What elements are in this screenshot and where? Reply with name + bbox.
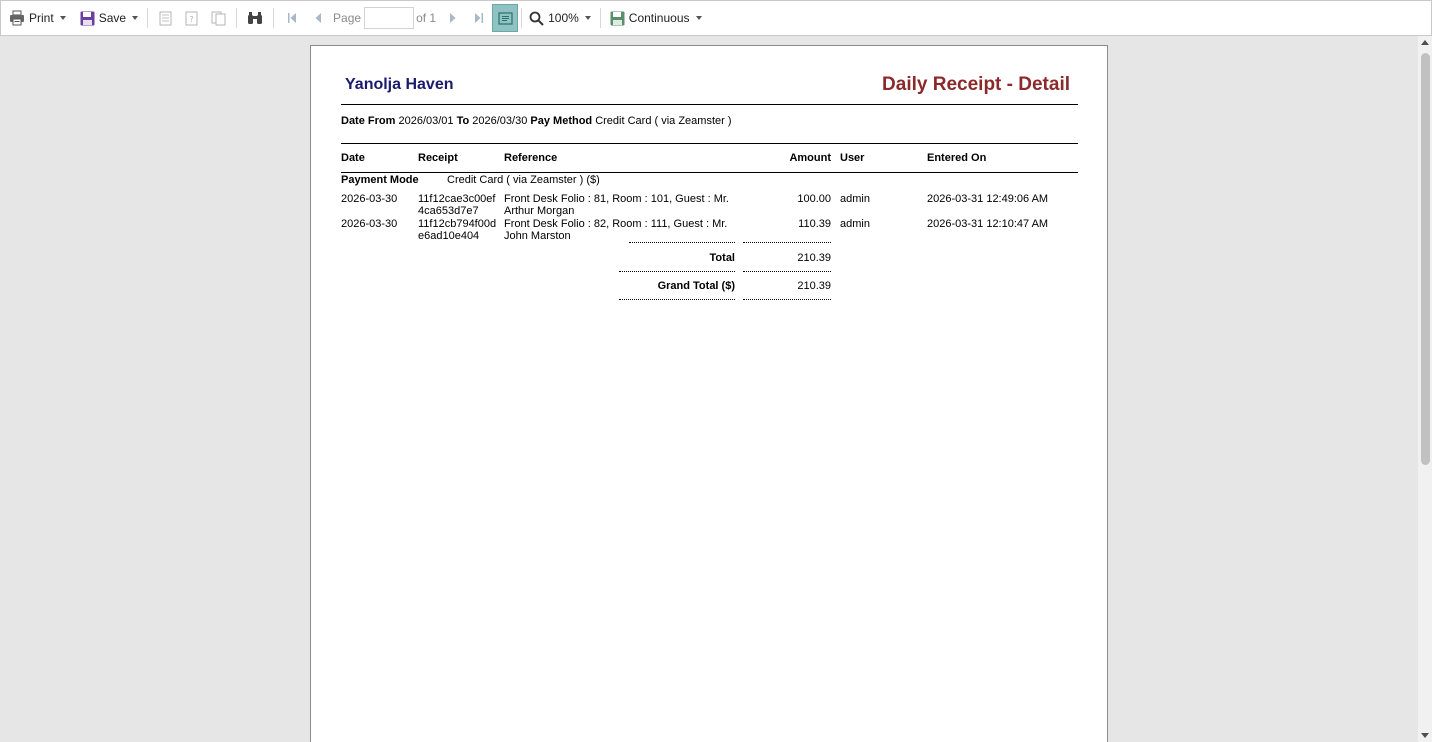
save-label: Save (98, 11, 127, 25)
thumbnails-button[interactable] (205, 4, 231, 32)
document-list-icon (159, 11, 172, 25)
zoom-button[interactable]: 100% (525, 4, 595, 32)
first-page-icon (288, 13, 297, 23)
chevron-down-icon (695, 16, 702, 20)
row-entered-on: 2026-03-31 12:49:06 AM (927, 193, 1049, 205)
row-amount: 110.39 (798, 218, 831, 230)
toolbar-divider (236, 8, 238, 28)
row-date: 2026-03-30 (341, 193, 398, 205)
table-header-divider (341, 172, 1078, 173)
binoculars-icon (248, 12, 263, 24)
column-header-reference: Reference (504, 152, 558, 164)
document-question-icon: ? (185, 11, 198, 25)
view-mode-button[interactable]: Continuous (606, 4, 706, 32)
total-dotted-rule (743, 242, 831, 243)
column-header-amount: Amount (789, 152, 831, 164)
row-user: admin (840, 193, 870, 205)
page-number-input[interactable] (364, 7, 415, 29)
report-filter: Date From 2026/03/01 To 2026/03/30 Pay M… (341, 115, 732, 127)
grand-total-dotted-rule (619, 299, 735, 300)
save-button[interactable]: Save (76, 4, 142, 32)
row-reference-line1: Front Desk Folio : 82, Room : 111, Guest… (504, 218, 728, 230)
zoom-label: 100% (548, 11, 579, 25)
scroll-down-icon[interactable] (1421, 733, 1429, 738)
row-receipt-line2: 4ca653d7e7 (418, 205, 479, 217)
date-to-label: To (456, 115, 470, 127)
company-name: Yanolja Haven (345, 76, 454, 93)
pay-method-value: Credit Card ( via Zeamster ) (595, 115, 732, 127)
payment-mode-value: Credit Card ( via Zeamster ) ($) (447, 174, 600, 186)
row-user: admin (840, 218, 870, 230)
last-page-button[interactable] (466, 4, 492, 32)
row-reference-line2: Arthur Morgan (504, 205, 575, 217)
date-to-value: 2026/03/30 (472, 115, 528, 127)
print-button[interactable]: Print (5, 4, 70, 32)
chevron-down-icon (584, 16, 591, 20)
row-receipt-line2: e6ad10e404 (418, 230, 480, 242)
magnifier-icon (529, 11, 544, 26)
toolbar-divider (147, 8, 149, 28)
page-label: Page (333, 11, 362, 25)
row-receipt-line1: 11f12cae3c00ef (418, 193, 496, 205)
grand-total-dotted-rule (619, 271, 735, 272)
row-amount: 100.00 (797, 193, 831, 205)
last-page-icon (475, 13, 484, 23)
date-from-label: Date From (341, 115, 396, 127)
pay-method-label: Pay Method (530, 115, 593, 127)
first-page-button[interactable] (279, 4, 305, 32)
grand-total-label: Grand Total ($) (657, 280, 735, 292)
row-receipt-line1: 11f12cb794f00d (418, 218, 497, 230)
grand-total-value: 210.39 (797, 280, 831, 292)
date-from-value: 2026/03/01 (398, 115, 454, 127)
total-label: Total (709, 252, 735, 264)
report-page: Yanolja Haven Daily Receipt - Detail Dat… (310, 45, 1108, 742)
previous-page-icon (315, 13, 322, 23)
toolbar-divider (599, 8, 601, 28)
bookmarks-button[interactable] (153, 4, 179, 32)
report-title: Daily Receipt - Detail (882, 74, 1070, 95)
column-header-user: User (840, 152, 865, 164)
column-header-entered-on: Entered On (927, 152, 987, 164)
print-label: Print (29, 11, 54, 25)
scroll-up-icon[interactable] (1421, 40, 1429, 45)
documents-icon (211, 11, 226, 25)
table-top-divider (341, 143, 1078, 144)
total-dotted-rule (629, 242, 735, 243)
page-view-icon (497, 11, 513, 25)
chevron-down-icon (132, 16, 139, 20)
previous-page-button[interactable] (305, 4, 331, 32)
parameters-button[interactable]: ? (179, 4, 205, 32)
toolbar-divider (273, 8, 275, 28)
toolbar-divider (521, 8, 523, 28)
total-value: 210.39 (797, 252, 831, 264)
report-toolbar: Print Save ? Page of 1 100% Continuous (0, 0, 1432, 36)
view-mode-label: Continuous (628, 11, 690, 25)
next-page-button[interactable] (440, 4, 466, 32)
row-reference-line2: John Marston (504, 230, 571, 242)
page-count-label: of 1 (416, 11, 437, 25)
grand-total-dotted-rule (743, 299, 831, 300)
row-reference-line1: Front Desk Folio : 81, Room : 101, Guest… (504, 193, 729, 205)
column-header-date: Date (341, 152, 365, 164)
view-mode-icon (610, 11, 625, 25)
row-date: 2026-03-30 (341, 218, 398, 230)
printer-icon (10, 10, 24, 26)
chevron-down-icon (59, 16, 66, 20)
grand-total-dotted-rule (743, 271, 831, 272)
find-button[interactable] (242, 4, 268, 32)
payment-mode-label: Payment Mode (341, 174, 419, 186)
report-viewer: Yanolja Haven Daily Receipt - Detail Dat… (0, 36, 1418, 742)
row-entered-on: 2026-03-31 12:10:47 AM (927, 218, 1049, 230)
scrollbar-thumb[interactable] (1421, 53, 1430, 465)
next-page-icon (450, 13, 456, 23)
column-header-receipt: Receipt (418, 152, 458, 164)
vertical-scrollbar[interactable] (1418, 36, 1432, 742)
svg-text:?: ? (189, 15, 193, 24)
editor-button[interactable] (492, 4, 519, 32)
floppy-disk-icon (80, 11, 95, 25)
header-divider (341, 104, 1078, 105)
